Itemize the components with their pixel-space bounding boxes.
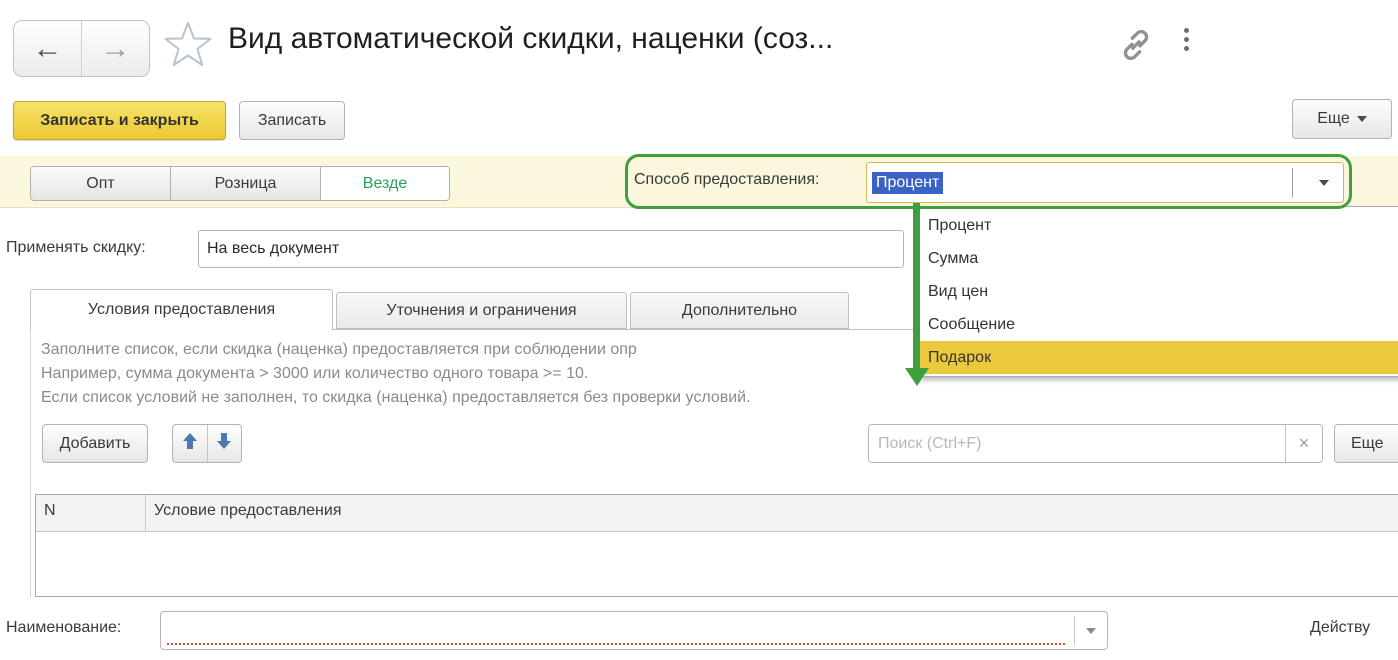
annotation-arrow-shaft [913,203,920,369]
tab-additional[interactable]: Дополнительно [630,292,849,329]
nav-history-group: ← → [13,20,150,77]
combo-divider [1074,616,1075,645]
combo-dropdown-icon[interactable] [1319,180,1329,186]
move-down-button[interactable] [208,425,242,462]
arrow-up-icon [182,432,198,455]
link-icon[interactable] [1116,26,1156,69]
method-dropdown-list: Процент Сумма Вид цен Сообщение Подарок [918,206,1398,377]
forward-icon[interactable]: → [82,21,149,76]
page-title: Вид автоматической скидки, наценки (соз.… [228,22,833,56]
dropdown-item[interactable]: Сообщение [919,308,1398,341]
conditions-table[interactable]: N Условие предоставления [35,494,1398,597]
annotation-arrow-head-icon [905,368,929,386]
more-button-top[interactable]: Еще [1292,99,1392,139]
reorder-buttons [172,424,242,463]
hint-line: Например, сумма документа > 3000 или кол… [41,362,751,386]
table-header-row: N Условие предоставления [36,495,1398,532]
chevron-down-icon [1357,116,1367,122]
name-label: Наименование: [6,619,121,637]
column-header-condition[interactable]: Условие предоставления [146,495,1398,531]
more-button-list[interactable]: Еще [1334,424,1398,463]
conditions-hint-text: Заполните список, если скидка (наценка) … [41,338,751,410]
dropdown-item[interactable]: Сумма [919,242,1398,275]
back-icon[interactable]: ← [14,21,82,76]
search-clear-icon[interactable]: × [1285,425,1322,462]
apply-discount-label: Применять скидку: [6,239,146,257]
hint-line: Если список условий не заполнен, то скид… [41,386,751,410]
combo-dropdown-icon[interactable] [1086,628,1096,634]
required-field-underline [167,643,1065,645]
favorite-star-icon[interactable] [163,20,213,73]
form-window: ← → Вид автоматической скидки, наценки (… [0,0,1398,660]
tab-refinements[interactable]: Уточнения и ограничения [336,292,627,329]
acts-label: Действу [1310,619,1370,637]
add-button[interactable]: Добавить [42,424,148,463]
search-input[interactable] [869,425,1285,462]
hint-line: Заполните список, если скидка (наценка) … [41,338,751,362]
search-control: × [868,424,1323,463]
column-header-n[interactable]: N [36,495,146,531]
method-combobox[interactable]: Процент [866,162,1344,203]
method-label: Способ предоставления: [634,171,819,189]
dropdown-item[interactable]: Вид цен [919,275,1398,308]
scope-segmented-control: Опт Розница Везде [30,166,450,201]
combo-divider [1292,168,1293,197]
dropdown-item-highlighted[interactable]: Подарок [919,341,1398,374]
more-button-label: Еще [1317,110,1350,128]
save-button[interactable]: Записать [239,101,345,140]
tab-panel-left-border [30,330,31,598]
tab-conditions[interactable]: Условия предоставления [30,289,333,330]
arrow-down-icon [216,432,232,455]
segment-vezde[interactable]: Везде [321,167,449,200]
name-combobox [160,611,1108,650]
segment-opt[interactable]: Опт [31,167,171,200]
apply-discount-field[interactable]: На весь документ [198,230,904,268]
move-up-button[interactable] [173,425,208,462]
dropdown-item[interactable]: Процент [919,209,1398,242]
segment-roznitsa[interactable]: Розница [171,167,321,200]
more-menu-icon[interactable] [1184,28,1189,51]
save-and-close-button[interactable]: Записать и закрыть [13,101,226,140]
method-selected-value: Процент [872,172,943,194]
